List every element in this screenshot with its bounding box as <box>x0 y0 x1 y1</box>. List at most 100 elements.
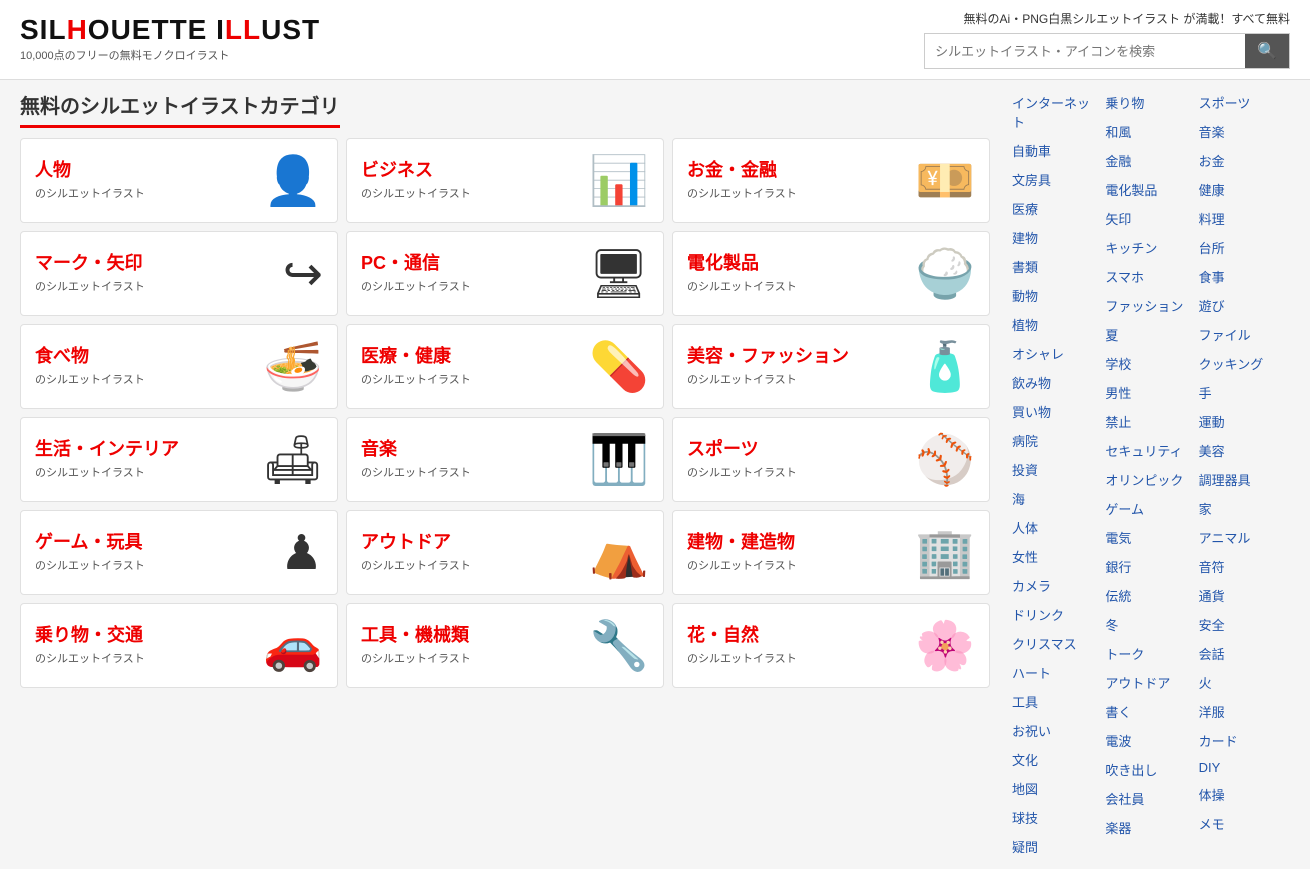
sidebar-link[interactable]: ファイル <box>1197 322 1290 347</box>
sidebar-link[interactable]: 健康 <box>1197 177 1290 202</box>
category-item[interactable]: 医療・健康 のシルエットイラスト 💊 <box>346 324 664 409</box>
sidebar-link[interactable]: 海 <box>1010 486 1103 511</box>
sidebar-link[interactable]: 書く <box>1103 699 1196 724</box>
sidebar-link[interactable]: 電気 <box>1103 525 1196 550</box>
sidebar-link[interactable]: お金 <box>1197 148 1290 173</box>
sidebar-link[interactable]: ハート <box>1010 660 1103 685</box>
sidebar-link[interactable]: 遊び <box>1197 293 1290 318</box>
sidebar-link[interactable]: 投資 <box>1010 457 1103 482</box>
sidebar-link[interactable]: ドリンク <box>1010 602 1103 627</box>
search-button[interactable]: 🔍 <box>1245 34 1289 68</box>
sidebar-link[interactable]: 電化製品 <box>1103 177 1196 202</box>
sidebar-link[interactable]: DIY <box>1197 757 1290 778</box>
sidebar-link[interactable]: 会社員 <box>1103 786 1196 811</box>
sidebar-link[interactable]: お祝い <box>1010 718 1103 743</box>
sidebar-link[interactable]: セキュリティ <box>1103 438 1196 463</box>
sidebar-link[interactable]: 男性 <box>1103 380 1196 405</box>
sidebar-link[interactable]: 文房具 <box>1010 167 1103 192</box>
category-item[interactable]: 花・自然 のシルエットイラスト 🌸 <box>672 603 990 688</box>
category-item[interactable]: 電化製品 のシルエットイラスト 🍚 <box>672 231 990 316</box>
sidebar-link[interactable]: 吹き出し <box>1103 757 1196 782</box>
sidebar-link[interactable]: 書類 <box>1010 254 1103 279</box>
sidebar-link[interactable]: キッチン <box>1103 235 1196 260</box>
sidebar-link[interactable]: 銀行 <box>1103 554 1196 579</box>
category-item[interactable]: ゲーム・玩具 のシルエットイラスト ♟ <box>20 510 338 595</box>
category-item[interactable]: 食べ物 のシルエットイラスト 🍜 <box>20 324 338 409</box>
sidebar-link[interactable]: 球技 <box>1010 805 1103 830</box>
sidebar-link[interactable]: 安全 <box>1197 612 1290 637</box>
sidebar-link[interactable]: 調理器具 <box>1197 467 1290 492</box>
sidebar-link[interactable]: 楽器 <box>1103 815 1196 840</box>
search-input[interactable] <box>925 37 1245 66</box>
sidebar-link[interactable]: トーク <box>1103 641 1196 666</box>
sidebar-link[interactable]: 食事 <box>1197 264 1290 289</box>
category-item[interactable]: マーク・矢印 のシルエットイラスト ↪ <box>20 231 338 316</box>
sidebar-link[interactable]: 禁止 <box>1103 409 1196 434</box>
sidebar-link[interactable]: 運動 <box>1197 409 1290 434</box>
sidebar-link[interactable]: オシャレ <box>1010 341 1103 366</box>
sidebar-link[interactable]: メモ <box>1197 811 1290 836</box>
sidebar-link[interactable]: 地図 <box>1010 776 1103 801</box>
sidebar-link[interactable]: 買い物 <box>1010 399 1103 424</box>
sidebar-link[interactable]: スポーツ <box>1197 90 1290 115</box>
sidebar-link[interactable]: 病院 <box>1010 428 1103 453</box>
sidebar-link[interactable]: 動物 <box>1010 283 1103 308</box>
sidebar-link[interactable]: 体操 <box>1197 782 1290 807</box>
category-item[interactable]: アウトドア のシルエットイラスト ⛺ <box>346 510 664 595</box>
sidebar-link[interactable]: 乗り物 <box>1103 90 1196 115</box>
sidebar-link[interactable]: 台所 <box>1197 235 1290 260</box>
category-item[interactable]: 音楽 のシルエットイラスト 🎹 <box>346 417 664 502</box>
category-item[interactable]: お金・金融 のシルエットイラスト 💴 <box>672 138 990 223</box>
sidebar-link[interactable]: 自動車 <box>1010 138 1103 163</box>
sidebar-link[interactable]: 医療 <box>1010 196 1103 221</box>
sidebar-link[interactable]: 工具 <box>1010 689 1103 714</box>
sidebar-link[interactable]: 火 <box>1197 670 1290 695</box>
sidebar-link[interactable]: 和風 <box>1103 119 1196 144</box>
sidebar-link[interactable]: クッキング <box>1197 351 1290 376</box>
sidebar-link[interactable]: 美容 <box>1197 438 1290 463</box>
sidebar-link[interactable]: 夏 <box>1103 322 1196 347</box>
sidebar-link[interactable]: ゲーム <box>1103 496 1196 521</box>
sidebar-link[interactable]: 家 <box>1197 496 1290 521</box>
sidebar-link[interactable]: クリスマス <box>1010 631 1103 656</box>
sidebar-link[interactable]: 飲み物 <box>1010 370 1103 395</box>
sidebar-link[interactable]: カメラ <box>1010 573 1103 598</box>
sidebar-link[interactable]: 電波 <box>1103 728 1196 753</box>
sidebar-link[interactable]: 会話 <box>1197 641 1290 666</box>
sidebar-link[interactable]: 手 <box>1197 380 1290 405</box>
sidebar-link[interactable]: 音楽 <box>1197 119 1290 144</box>
sidebar-link[interactable]: 伝統 <box>1103 583 1196 608</box>
category-item[interactable]: ビジネス のシルエットイラスト 📊 <box>346 138 664 223</box>
sidebar-link[interactable]: インターネット <box>1010 90 1103 134</box>
category-item[interactable]: 建物・建造物 のシルエットイラスト 🏢 <box>672 510 990 595</box>
sidebar-link[interactable]: スマホ <box>1103 264 1196 289</box>
sidebar-link[interactable]: 建物 <box>1010 225 1103 250</box>
logo-title[interactable]: SILHOUETTE ILLUST <box>20 16 320 44</box>
category-item[interactable]: スポーツ のシルエットイラスト ⚾ <box>672 417 990 502</box>
sidebar-link[interactable]: 料理 <box>1197 206 1290 231</box>
sidebar-link[interactable]: 洋服 <box>1197 699 1290 724</box>
sidebar-link[interactable]: 冬 <box>1103 612 1196 637</box>
sidebar-link[interactable]: 金融 <box>1103 148 1196 173</box>
category-item[interactable]: 人物 のシルエットイラスト 👤 <box>20 138 338 223</box>
sidebar-link[interactable]: アウトドア <box>1103 670 1196 695</box>
sidebar-link[interactable]: オリンピック <box>1103 467 1196 492</box>
cat-item-sub: のシルエットイラスト <box>687 278 797 294</box>
sidebar-link[interactable]: 学校 <box>1103 351 1196 376</box>
sidebar-link[interactable]: 矢印 <box>1103 206 1196 231</box>
sidebar-link[interactable]: ファッション <box>1103 293 1196 318</box>
category-item[interactable]: 生活・インテリア のシルエットイラスト 🛋 <box>20 417 338 502</box>
sidebar-link[interactable]: 人体 <box>1010 515 1103 540</box>
category-item[interactable]: 乗り物・交通 のシルエットイラスト 🚗 <box>20 603 338 688</box>
sidebar-link[interactable]: アニマル <box>1197 525 1290 550</box>
category-item[interactable]: 美容・ファッション のシルエットイラスト 🧴 <box>672 324 990 409</box>
sidebar-link[interactable]: 通貨 <box>1197 583 1290 608</box>
sidebar-link[interactable]: 文化 <box>1010 747 1103 772</box>
sidebar-link[interactable]: 植物 <box>1010 312 1103 337</box>
sidebar-link[interactable]: 女性 <box>1010 544 1103 569</box>
category-item[interactable]: PC・通信 のシルエットイラスト 🖥 <box>346 231 664 316</box>
sidebar-link[interactable]: 疑問 <box>1010 834 1103 859</box>
sidebar-link[interactable]: 音符 <box>1197 554 1290 579</box>
category-item[interactable]: 工具・機械類 のシルエットイラスト 🔧 <box>346 603 664 688</box>
sidebar-link[interactable]: カード <box>1197 728 1290 753</box>
